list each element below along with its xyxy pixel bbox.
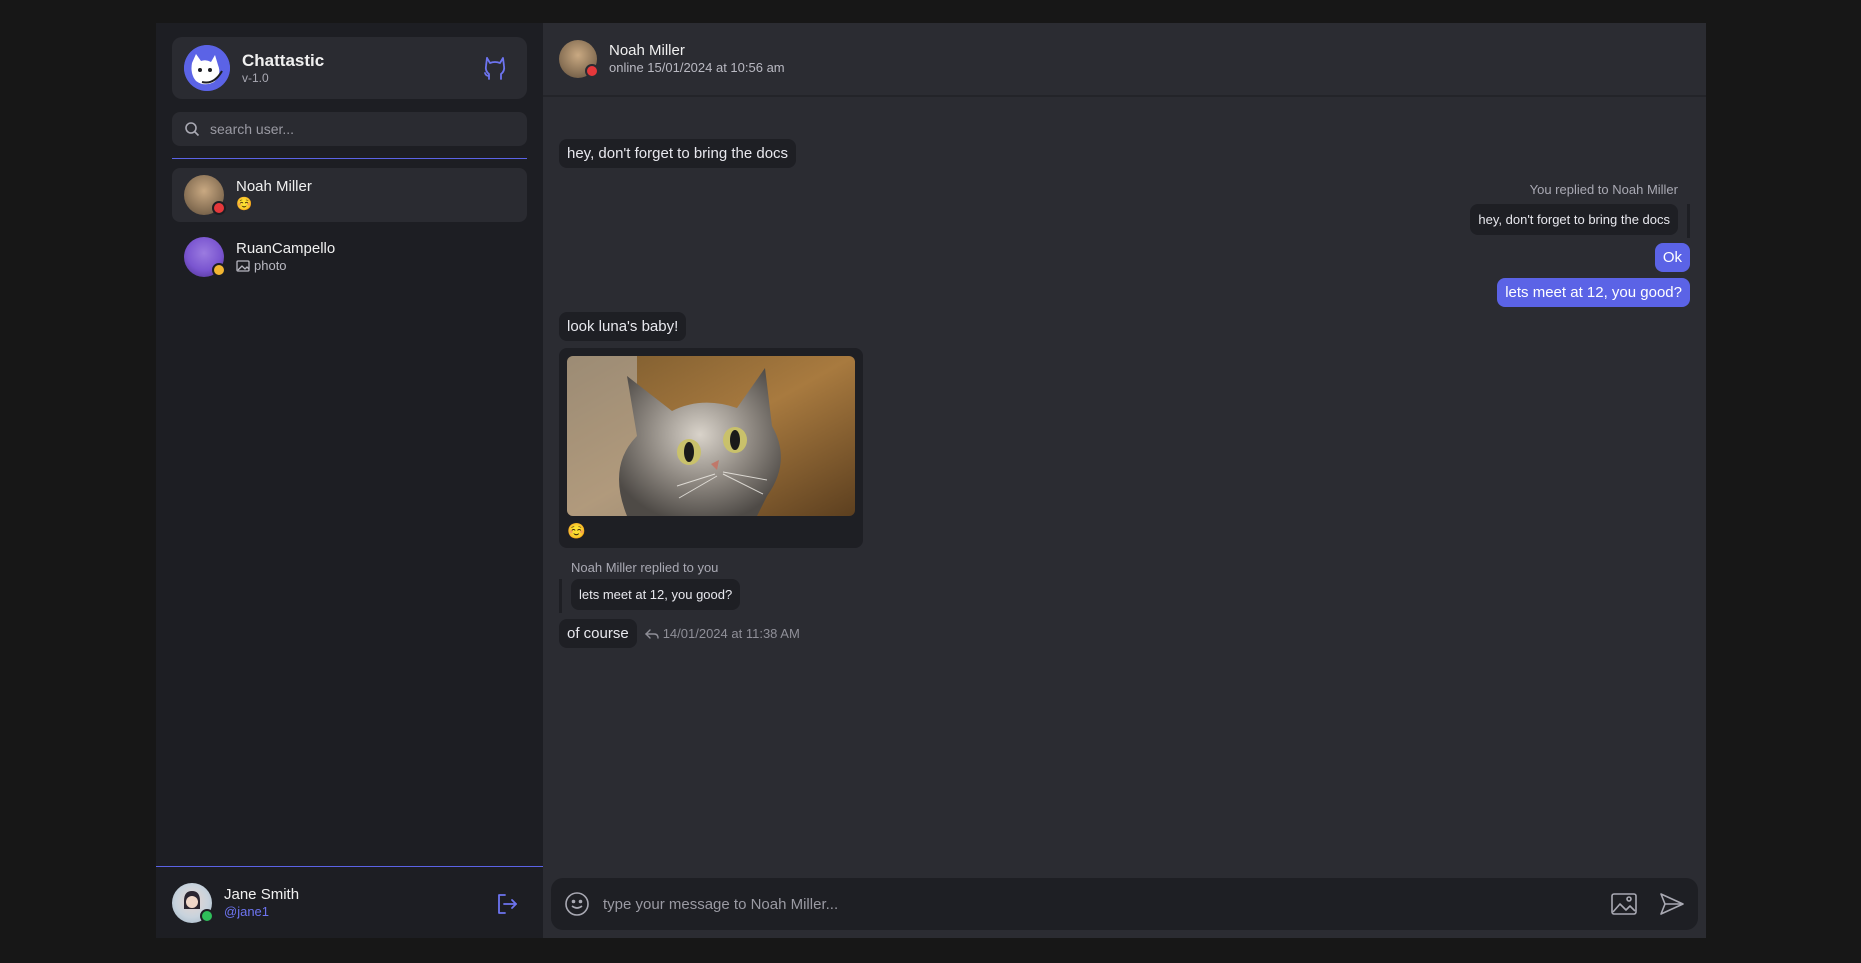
message-input[interactable] xyxy=(601,894,1610,914)
github-icon[interactable] xyxy=(481,54,509,82)
chat-contact-status: online 15/01/2024 at 10:56 am xyxy=(609,60,785,75)
message-received[interactable]: of course 14/01/2024 at 11:38 AM xyxy=(559,619,800,648)
app-title: Chattastic xyxy=(242,51,325,70)
photo-message[interactable]: ☺️ xyxy=(559,348,863,548)
image-icon xyxy=(236,260,250,272)
brand-header: Chattastic v-1.0 xyxy=(172,37,527,99)
reply-label: Noah Miller replied to you xyxy=(571,560,719,575)
status-dot-busy xyxy=(212,201,226,215)
message-bubble: hey, don't forget to bring the docs xyxy=(559,139,797,168)
current-user-handle: @jane1 xyxy=(224,904,270,919)
search-bar xyxy=(172,112,527,146)
message-received[interactable]: hey, don't forget to bring the docs xyxy=(559,139,797,168)
avatar xyxy=(184,175,226,215)
quoted-bubble: lets meet at 12, you good? xyxy=(571,579,741,610)
message-bubble: lets meet at 12, you good? xyxy=(1497,278,1690,307)
message-received[interactable]: look luna's baby! xyxy=(559,312,687,341)
cat-logo-icon xyxy=(184,45,230,91)
contact-preview: photo xyxy=(254,258,287,273)
image-upload-icon[interactable] xyxy=(1610,890,1638,918)
send-icon[interactable] xyxy=(1658,890,1686,918)
avatar[interactable] xyxy=(172,882,214,923)
chat-contact-name: Noah Miller xyxy=(609,42,685,59)
emoji-icon[interactable] xyxy=(563,890,591,918)
contact-item-ruancampello[interactable]: RuanCampello photo xyxy=(172,230,527,284)
quoted-bubble: hey, don't forget to bring the docs xyxy=(1470,204,1678,235)
status-dot-online xyxy=(200,908,214,923)
current-user-name: Jane Smith xyxy=(224,886,300,903)
message-timestamp: 14/01/2024 at 11:38 AM xyxy=(662,626,800,641)
sidebar-divider xyxy=(172,158,527,159)
chat-header: Noah Miller online 15/01/2024 at 10:56 a… xyxy=(543,23,1706,97)
contact-name: Noah Miller xyxy=(236,178,312,195)
contact-item-noah-miller[interactable]: Noah Miller ☺️ xyxy=(172,168,527,222)
logout-icon[interactable] xyxy=(495,892,519,916)
avatar xyxy=(184,237,226,277)
sidebar: Chattastic v-1.0 Noah Mi xyxy=(156,23,543,938)
app-window: Chattastic v-1.0 Noah Mi xyxy=(156,23,1706,938)
message-bubble: of course xyxy=(559,619,637,648)
contact-preview: ☺️ xyxy=(236,196,253,211)
contact-name: RuanCampello xyxy=(236,240,336,257)
quote-bar xyxy=(1687,204,1690,238)
status-dot-away xyxy=(212,263,226,277)
quote-bar xyxy=(559,579,562,613)
reply-label: You replied to Noah Miller xyxy=(1529,182,1678,197)
quoted-message[interactable]: hey, don't forget to bring the docs xyxy=(1470,204,1678,235)
message-bubble: look luna's baby! xyxy=(559,312,687,341)
search-input[interactable] xyxy=(208,120,512,138)
message-composer xyxy=(551,878,1698,930)
app-version: v-1.0 xyxy=(242,71,269,85)
message-bubble: Ok xyxy=(1654,243,1690,272)
avatar[interactable] xyxy=(559,40,599,78)
message-sent[interactable]: Ok xyxy=(1654,243,1690,272)
message-sent[interactable]: lets meet at 12, you good? xyxy=(1497,278,1690,307)
search-icon xyxy=(185,122,200,137)
quoted-message[interactable]: lets meet at 12, you good? xyxy=(571,579,741,610)
reply-arrow-icon xyxy=(644,628,659,639)
status-dot-busy xyxy=(585,64,599,78)
kitten-photo[interactable] xyxy=(567,356,855,516)
chat-panel: Noah Miller online 15/01/2024 at 10:56 a… xyxy=(543,23,1706,938)
photo-caption: ☺️ xyxy=(567,523,586,540)
current-user-panel: Jane Smith @jane1 xyxy=(156,866,543,938)
